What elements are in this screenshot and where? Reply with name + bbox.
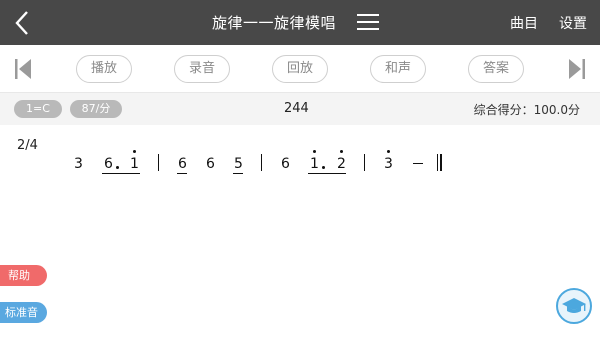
note: 6 (281, 156, 290, 172)
octave-dot (313, 150, 316, 153)
app-header: 旋律一一旋律模唱 曲目 设置 (0, 0, 600, 45)
octave-dot (133, 150, 136, 153)
beam-line (233, 173, 243, 174)
info-bar: 1=C 87/分 244 综合得分：100.0分 (0, 93, 600, 125)
skip-previous-icon[interactable] (13, 57, 33, 81)
jianpu-score: 3 6 1 6 6 5 6 1 2 3 (0, 130, 600, 190)
harmony-button[interactable]: 和声 (370, 55, 426, 83)
sustain-dash (413, 163, 423, 164)
final-barline-thin (437, 154, 438, 171)
page-title: 旋律一一旋律模唱 (212, 14, 337, 32)
beam-line (308, 173, 346, 174)
play-button[interactable]: 播放 (76, 55, 132, 83)
key-badge: 1=C (14, 100, 62, 118)
total-score: 综合得分：100.0分 (473, 103, 580, 117)
barline (158, 154, 159, 171)
octave-dot (387, 150, 390, 153)
menu-icon[interactable] (357, 12, 379, 32)
back-arrow-icon[interactable] (10, 8, 36, 38)
exercise-number: 244 (284, 101, 309, 116)
record-button[interactable]: 录音 (174, 55, 230, 83)
note: 3 (384, 156, 393, 172)
tempo-badge: 87/分 (70, 100, 122, 118)
graduation-cap-icon[interactable] (556, 288, 592, 324)
skip-next-icon[interactable] (567, 57, 587, 81)
barline (364, 154, 365, 171)
octave-dot (340, 150, 343, 153)
augmentation-dot (116, 166, 119, 169)
beam-line (102, 173, 140, 174)
note: 1 (130, 156, 139, 172)
note: 6 (206, 156, 215, 172)
augmentation-dot (322, 166, 325, 169)
playback-toolbar: 播放 录音 回放 和声 答案 (0, 45, 600, 93)
note: 1 (310, 156, 319, 172)
note: 6 (104, 156, 113, 172)
note: 6 (178, 156, 187, 172)
note: 2 (337, 156, 346, 172)
settings-link[interactable]: 设置 (559, 13, 587, 33)
playback-button[interactable]: 回放 (272, 55, 328, 83)
tracks-link[interactable]: 曲目 (510, 13, 538, 33)
standard-pitch-button[interactable]: 标准音 (0, 302, 47, 323)
beam-line (177, 173, 187, 174)
barline (261, 154, 262, 171)
help-button[interactable]: 帮助 (0, 265, 47, 286)
answer-button[interactable]: 答案 (468, 55, 524, 83)
note: 3 (74, 156, 83, 172)
note: 5 (234, 156, 243, 172)
final-barline-thick (440, 154, 442, 171)
